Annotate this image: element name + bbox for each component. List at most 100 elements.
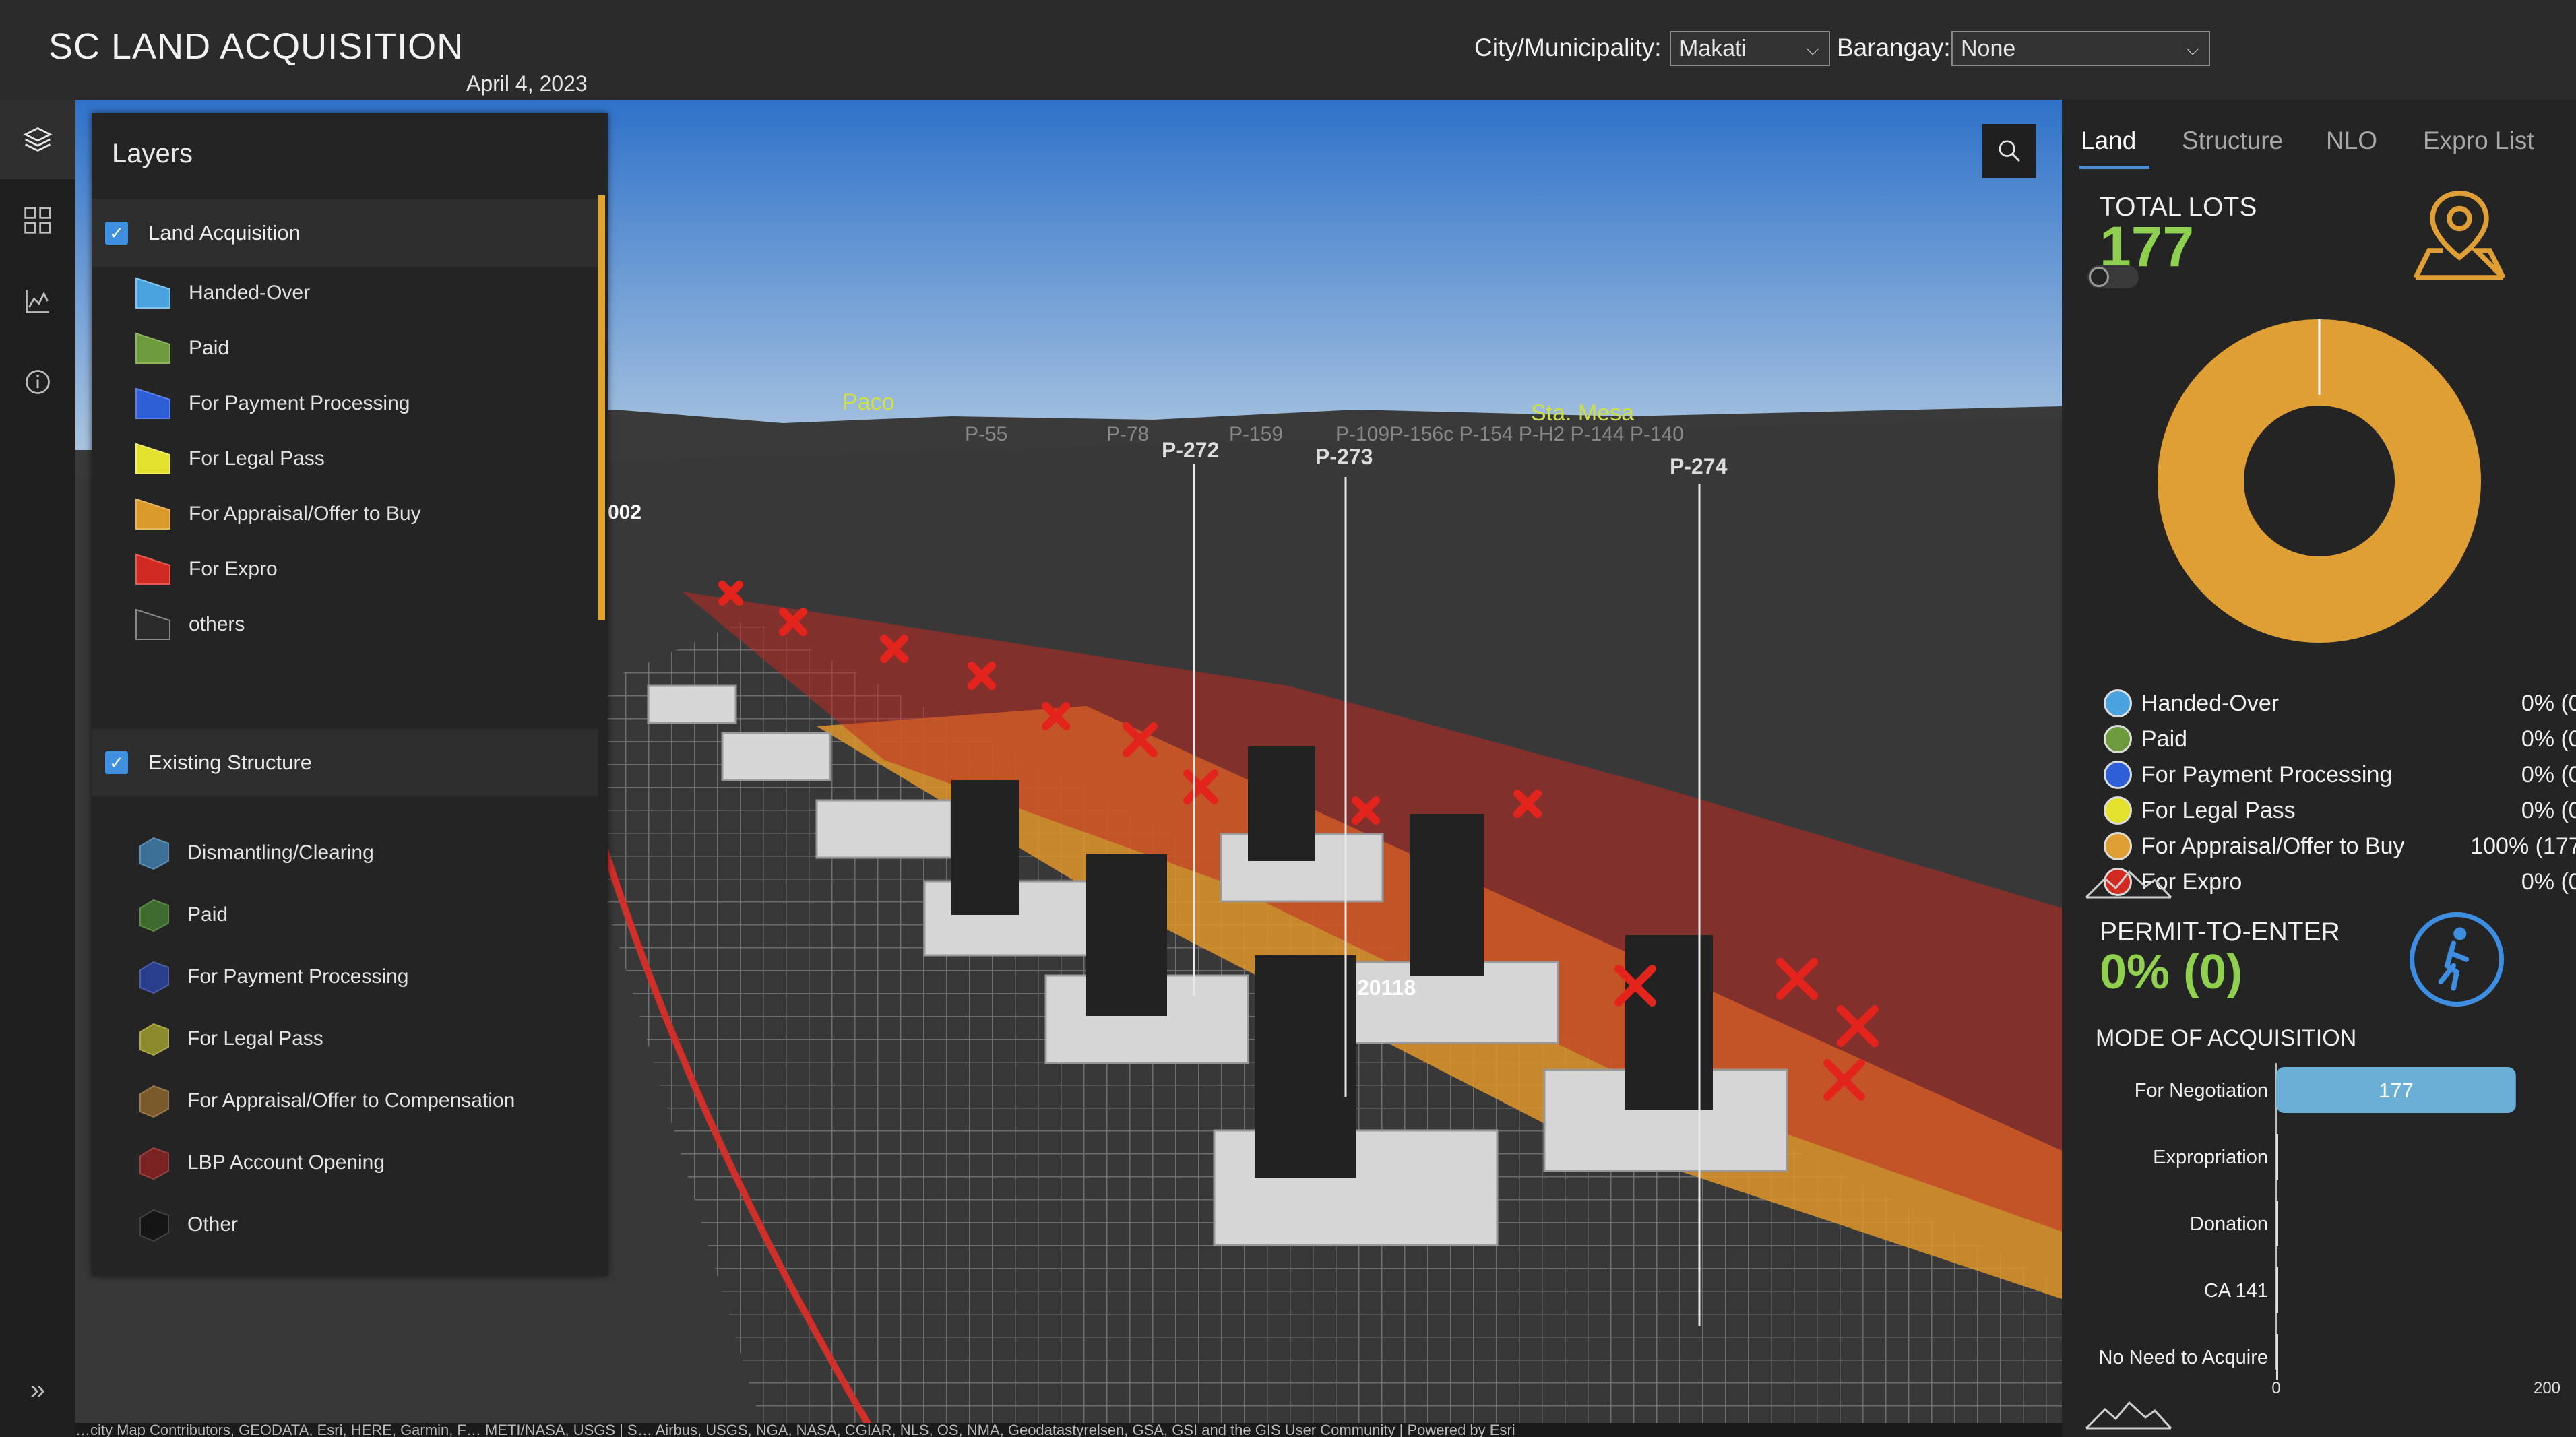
bar[interactable]	[2276, 1267, 2278, 1313]
map-label-20118: 20118	[1357, 976, 1416, 1000]
checkmark-icon: ✓	[109, 752, 124, 773]
map-label-p159: P-159	[1229, 423, 1284, 445]
barangay-label: Barangay:	[1837, 34, 1951, 61]
legend-swatch	[135, 332, 170, 364]
layers-panel-title: Layers	[112, 139, 193, 168]
bar-category-label: Expropriation	[2153, 1147, 2268, 1168]
tab-land[interactable]: Land	[2081, 127, 2136, 155]
info-icon	[26, 370, 50, 394]
legend-row-handed-over: Handed-Over 0% (0)	[2104, 686, 2576, 721]
toggle-knob	[2089, 267, 2109, 287]
legend-swatch	[139, 961, 169, 994]
permit-label: PERMIT-TO-ENTER	[2100, 918, 2340, 947]
legend-swatch	[139, 1023, 169, 1056]
legend-item: Dismantling/Clearing	[133, 829, 374, 876]
legend-swatch	[139, 837, 169, 870]
chevron-down-icon: ⌵	[1806, 38, 1819, 59]
legend-dot	[2104, 796, 2132, 825]
layers-button[interactable]	[0, 100, 75, 179]
legend-dot	[2104, 832, 2132, 860]
app-header: SC LAND ACQUISITION April 4, 2023 City/M…	[0, 0, 2576, 100]
map-label-002: 002	[608, 501, 642, 523]
bar-category-label: For Negotiation	[2135, 1080, 2268, 1101]
legend-item: Paid	[133, 891, 228, 938]
legend-dot	[2104, 761, 2132, 789]
bar-category-label: CA 141	[2204, 1280, 2268, 1302]
expand-button[interactable]: »	[0, 1360, 75, 1420]
basemap-gallery-icon	[24, 207, 51, 234]
barangay-select[interactable]: None ⌵	[1951, 31, 2210, 66]
map-label-p55: P-55	[965, 423, 1008, 445]
legend-item: Paid	[133, 325, 229, 372]
legend-item: Other	[133, 1201, 238, 1248]
legend-item: For Legal Pass	[133, 435, 325, 482]
chart-button[interactable]	[0, 261, 75, 341]
legend-swatch	[135, 608, 170, 640]
permit-value: 0% (0)	[2100, 945, 2243, 999]
chart-icon	[26, 290, 49, 313]
map-label-p78: P-78	[1106, 423, 1150, 445]
tab-nlo[interactable]: NLO	[2326, 127, 2377, 155]
donut-slice-for-appraisal[interactable]	[2158, 319, 2481, 643]
legend-swatch	[135, 277, 170, 309]
map-label-p272: P-272	[1162, 438, 1220, 462]
bar-category-label: Donation	[2190, 1213, 2268, 1235]
legend-swatch	[139, 1209, 169, 1242]
x-tick-label: 200	[2534, 1379, 2561, 1397]
bar-category-label: No Need to Acquire	[2099, 1347, 2268, 1368]
city-select[interactable]: Makati ⌵	[1670, 31, 1830, 66]
total-lots-toggle[interactable]	[2087, 265, 2139, 288]
info-button[interactable]	[0, 342, 75, 422]
tab-expro-list[interactable]: Expro List	[2423, 127, 2534, 155]
date-label: April 4, 2023	[466, 71, 588, 96]
legend-swatch	[139, 1147, 169, 1180]
status-donut-chart[interactable]	[2158, 319, 2481, 643]
city-label: City/Municipality:	[1474, 34, 1662, 61]
legend-item: For Appraisal/Offer to Buy	[133, 490, 421, 538]
map-attribution: …city Map Contributors, GEODATA, Esri, H…	[75, 1423, 2062, 1437]
legend-swatch	[135, 387, 170, 419]
city-select-value: Makati	[1679, 36, 1747, 61]
layer-group-label: Land Acquisition	[148, 221, 301, 245]
legend-dot	[2104, 725, 2132, 753]
layer-list-panel: Layers ✓ Land Acquisition ✓ Existing Str…	[92, 113, 608, 1276]
existing-structure-checkbox[interactable]: ✓	[105, 751, 128, 774]
legend-row-payment-processing: For Payment Processing 0% (0)	[2104, 757, 2576, 792]
mountain-icon	[2085, 1401, 2172, 1430]
legend-swatch	[139, 1085, 169, 1118]
legend-item: LBP Account Opening	[133, 1139, 385, 1186]
tab-structure[interactable]: Structure	[2182, 127, 2283, 155]
layers-icon	[23, 127, 53, 152]
bar[interactable]	[2276, 1201, 2278, 1246]
land-acquisition-checkbox[interactable]: ✓	[105, 222, 128, 245]
mode-of-acquisition-chart[interactable]: For Negotiation 177 Expropriation Donation C…	[2062, 1050, 2576, 1400]
legend-dot	[2104, 689, 2132, 717]
expand-icon: »	[30, 1374, 46, 1405]
mode-of-acquisition-title: MODE OF ACQUISITION	[2096, 1025, 2357, 1051]
layer-group-existing-structure[interactable]: ✓ Existing Structure	[92, 729, 598, 796]
x-tick-label: 0	[2271, 1379, 2280, 1397]
legend-item: For Appraisal/Offer to Compensation	[133, 1077, 515, 1124]
legend-swatch	[139, 899, 169, 932]
barangay-select-value: None	[1961, 36, 2016, 61]
legend-item: For Legal Pass	[133, 1015, 323, 1062]
map-label-paco: Paco	[842, 389, 895, 415]
chevron-down-icon: ⌵	[2186, 38, 2199, 59]
bar[interactable]	[2276, 1134, 2278, 1180]
legend-item: For Payment Processing	[133, 953, 408, 1000]
legend-row-appraisal: For Appraisal/Offer to Buy 100% (177)	[2104, 829, 2576, 864]
left-toolbar: »	[0, 100, 75, 1437]
legend-swatch	[135, 443, 170, 474]
legend-item: For Expro	[133, 546, 278, 593]
map-search-button[interactable]	[1982, 124, 2036, 178]
map-label-p274: P-274	[1670, 454, 1728, 478]
layer-group-land-acquisition[interactable]: ✓ Land Acquisition	[92, 199, 598, 267]
layers-scrollbar[interactable]	[598, 195, 605, 620]
basemap-gallery-button[interactable]	[0, 181, 75, 260]
legend-row-expro: For Expro 0% (0)	[2104, 864, 2576, 899]
bar[interactable]	[2276, 1334, 2278, 1380]
mountain-icon	[2085, 870, 2172, 899]
checkmark-icon: ✓	[109, 222, 124, 243]
map-label-p273: P-273	[1315, 445, 1373, 469]
legend-row-paid: Paid 0% (0)	[2104, 722, 2576, 757]
